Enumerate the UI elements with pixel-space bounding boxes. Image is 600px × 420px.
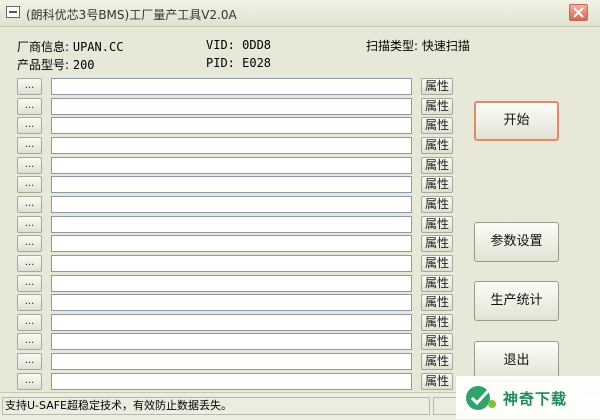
scan-type-info: 扫描类型: 快速扫描 xyxy=(366,37,470,54)
scan-type-value: 快速扫描 xyxy=(421,39,470,53)
row-browse-button[interactable]: ... xyxy=(17,157,42,174)
watermark-logo-icon xyxy=(466,386,496,410)
row-path-field[interactable] xyxy=(51,314,412,331)
row-browse-button[interactable]: ... xyxy=(17,255,42,272)
row-attribute-button[interactable]: 属性 xyxy=(421,196,453,213)
row-attribute-button[interactable]: 属性 xyxy=(421,98,453,115)
vendor-value: UPAN.CC xyxy=(72,40,124,54)
row-path-field[interactable] xyxy=(51,294,412,311)
product-label: 产品型号: xyxy=(17,58,73,72)
row-path-field[interactable] xyxy=(51,353,412,370)
row-browse-button[interactable]: ... xyxy=(17,98,42,115)
row-path-field[interactable] xyxy=(51,255,412,272)
row-browse-button[interactable]: ... xyxy=(17,333,42,350)
parameter-settings-button[interactable]: 参数设置 xyxy=(474,222,559,262)
vid-info: VID: 0DD8 xyxy=(206,38,271,52)
row-path-field[interactable] xyxy=(51,137,412,154)
row-browse-button[interactable]: ... xyxy=(17,78,42,95)
scan-type-label: 扫描类型: xyxy=(366,39,422,53)
window-title: (朗科优芯3号BMS)工厂量产工具V2.0A xyxy=(26,8,237,22)
exit-button[interactable]: 退出 xyxy=(474,341,559,381)
row-path-field[interactable] xyxy=(51,373,412,390)
status-text: 支持U-SAFE超稳定技术，有效防止数据丢失。 xyxy=(2,397,430,415)
row-browse-button[interactable]: ... xyxy=(17,176,42,193)
row-path-field[interactable] xyxy=(51,196,412,213)
row-browse-button[interactable]: ... xyxy=(17,314,42,331)
row-browse-button[interactable]: ... xyxy=(17,216,42,233)
row-browse-button[interactable]: ... xyxy=(17,353,42,370)
row-path-field[interactable] xyxy=(51,176,412,193)
pid-label: PID: xyxy=(206,56,243,70)
row-browse-button[interactable]: ... xyxy=(17,294,42,311)
vid-label: VID: xyxy=(206,38,243,52)
row-browse-button[interactable]: ... xyxy=(17,373,42,390)
row-attribute-button[interactable]: 属性 xyxy=(421,373,453,390)
row-path-field[interactable] xyxy=(51,117,412,134)
row-attribute-button[interactable]: 属性 xyxy=(421,333,453,350)
product-info: 产品型号: 200 xyxy=(17,56,95,73)
row-browse-button[interactable]: ... xyxy=(17,137,42,154)
watermark-text: 神奇下载 xyxy=(503,390,568,408)
watermark: 神奇下载 xyxy=(456,376,600,419)
row-browse-button[interactable]: ... xyxy=(17,275,42,292)
row-browse-button[interactable]: ... xyxy=(17,117,42,134)
row-path-field[interactable] xyxy=(51,333,412,350)
vendor-info: 厂商信息: UPAN.CC xyxy=(17,38,123,55)
vid-value: 0DD8 xyxy=(242,38,272,52)
row-attribute-button[interactable]: 属性 xyxy=(421,294,453,311)
row-browse-button[interactable]: ... xyxy=(17,196,42,213)
row-attribute-button[interactable]: 属性 xyxy=(421,157,453,174)
row-attribute-button[interactable]: 属性 xyxy=(421,78,453,95)
row-attribute-button[interactable]: 属性 xyxy=(421,353,453,370)
row-path-field[interactable] xyxy=(51,157,412,174)
start-button[interactable]: 开始 xyxy=(474,101,559,141)
vendor-label: 厂商信息: xyxy=(17,40,73,54)
pid-value: E028 xyxy=(242,56,272,70)
pid-info: PID: E028 xyxy=(206,56,271,70)
row-path-field[interactable] xyxy=(51,235,412,252)
row-path-field[interactable] xyxy=(51,78,412,95)
window-menu-icon[interactable] xyxy=(6,6,20,18)
row-browse-button[interactable]: ... xyxy=(17,235,42,252)
close-icon xyxy=(573,7,584,18)
row-attribute-button[interactable]: 属性 xyxy=(421,255,453,272)
close-button[interactable] xyxy=(569,4,588,21)
row-attribute-button[interactable]: 属性 xyxy=(421,314,453,331)
row-path-field[interactable] xyxy=(51,98,412,115)
production-stats-button[interactable]: 生产统计 xyxy=(474,281,559,321)
row-attribute-button[interactable]: 属性 xyxy=(421,117,453,134)
product-value: 200 xyxy=(72,58,95,72)
row-attribute-button[interactable]: 属性 xyxy=(421,216,453,233)
title-bar: (朗科优芯3号BMS)工厂量产工具V2.0A xyxy=(0,0,600,27)
row-attribute-button[interactable]: 属性 xyxy=(421,176,453,193)
row-attribute-button[interactable]: 属性 xyxy=(421,275,453,292)
row-attribute-button[interactable]: 属性 xyxy=(421,137,453,154)
row-path-field[interactable] xyxy=(51,275,412,292)
row-attribute-button[interactable]: 属性 xyxy=(421,235,453,252)
row-path-field[interactable] xyxy=(51,216,412,233)
